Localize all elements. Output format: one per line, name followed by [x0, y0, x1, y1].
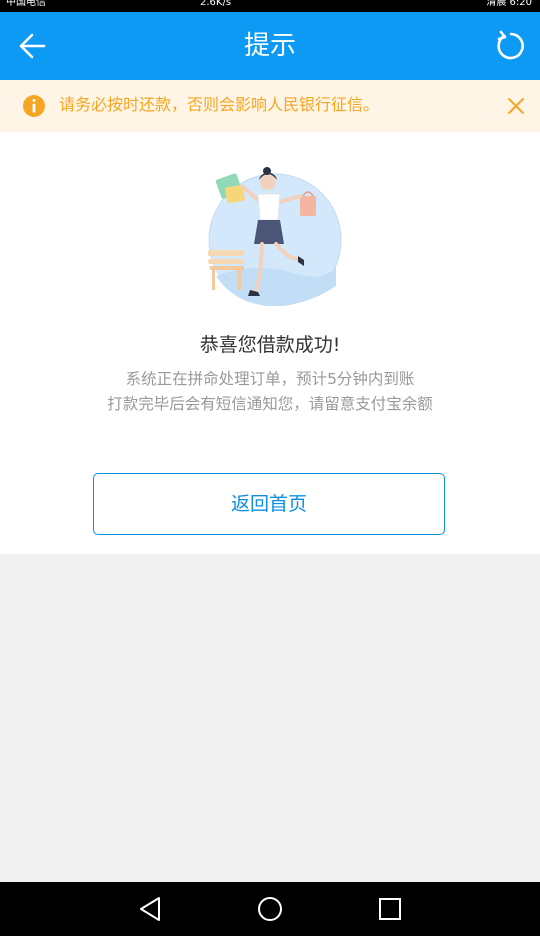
- recents-square-icon: [379, 898, 401, 920]
- nav-bar: 提示: [0, 12, 540, 80]
- back-button[interactable]: [14, 30, 54, 62]
- network-speed: 2.6K/s: [200, 0, 232, 8]
- refresh-icon: [497, 30, 524, 60]
- carrier-label: 中国电信: [6, 0, 46, 8]
- success-illustration: [208, 167, 342, 306]
- home-circle-icon: [258, 897, 282, 921]
- system-home-button[interactable]: [255, 894, 285, 924]
- notice-close-button[interactable]: [505, 95, 527, 117]
- notice-banner: 请务必按时还款，否则会影响人民银行征信。: [0, 80, 540, 132]
- status-bar: 中国电信 2.6K/s 清晨 6:20: [0, 0, 540, 12]
- back-arrow-icon: [19, 33, 46, 59]
- system-recents-button[interactable]: [375, 894, 405, 924]
- status-time: 清晨 6:20: [486, 0, 532, 8]
- close-icon: [508, 98, 524, 114]
- result-panel: 恭喜您借款成功! 系统正在拼命处理订单，预计5分钟内到账 打款完毕后会有短信通知…: [0, 132, 540, 554]
- success-title: 恭喜您借款成功!: [199, 334, 341, 356]
- page-title: 提示: [243, 31, 296, 61]
- system-back-button[interactable]: [135, 894, 165, 924]
- return-home-button[interactable]: 返回首页: [93, 473, 445, 535]
- processing-description: 系统正在拼命处理订单，预计5分钟内到账: [125, 370, 415, 388]
- system-nav-bar: [0, 882, 540, 936]
- info-icon: [23, 95, 45, 117]
- refresh-button[interactable]: [494, 29, 528, 63]
- back-triangle-icon: [140, 897, 160, 921]
- sms-notice-description: 打款完毕后会有短信通知您，请留意支付宝余额: [107, 395, 433, 413]
- notice-text: 请务必按时还款，否则会影响人民银行征信。: [59, 95, 380, 114]
